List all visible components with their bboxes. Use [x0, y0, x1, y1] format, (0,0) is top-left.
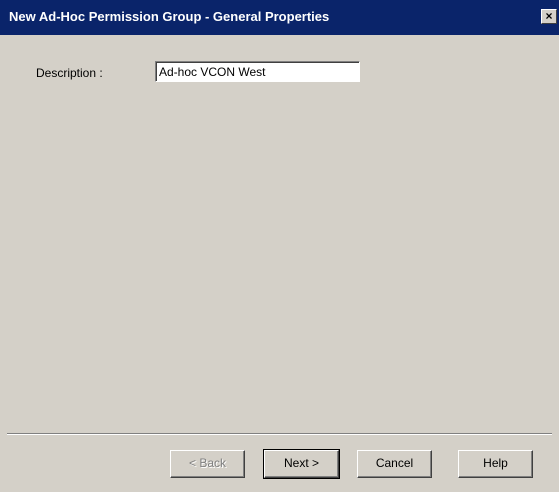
footer-divider — [7, 433, 552, 435]
title-bar[interactable]: New Ad-Hoc Permission Group - General Pr… — [0, 0, 559, 35]
window-title: New Ad-Hoc Permission Group - General Pr… — [9, 9, 330, 24]
dialog-window: New Ad-Hoc Permission Group - General Pr… — [0, 0, 559, 492]
next-button[interactable]: Next > — [263, 449, 340, 479]
description-label: Description : — [36, 66, 103, 80]
back-button[interactable]: < Back — [170, 450, 245, 478]
close-icon[interactable]: × — [541, 9, 557, 24]
description-input[interactable] — [155, 61, 360, 82]
help-button[interactable]: Help — [458, 450, 533, 478]
cancel-button[interactable]: Cancel — [357, 450, 432, 478]
